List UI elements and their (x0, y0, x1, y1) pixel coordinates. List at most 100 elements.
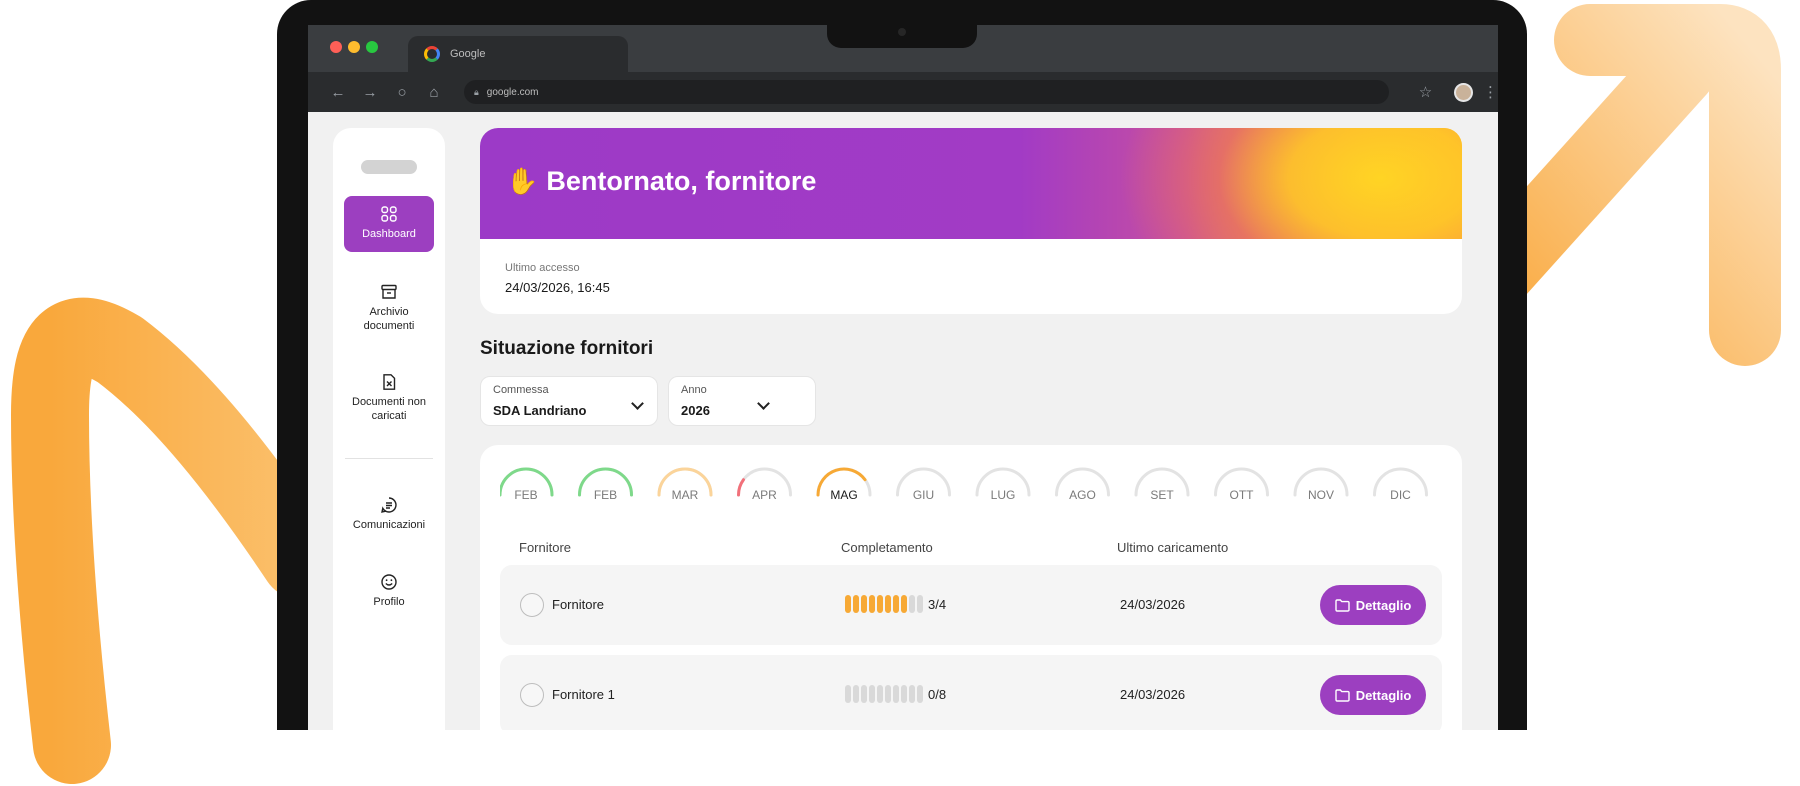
month-gauge-nov[interactable]: NOV (1293, 467, 1349, 502)
month-label: MAG (830, 488, 857, 502)
progress-segment (885, 595, 891, 613)
month-gauge-ott[interactable]: OTT (1214, 467, 1269, 502)
chevron-down-icon (631, 397, 644, 410)
sidebar: Dashboard Archivio documenti Documenti n… (333, 128, 445, 730)
progress-segment (861, 685, 867, 703)
sidebar-item-archivio-documenti[interactable]: Archivio documenti (344, 283, 434, 333)
progress-segment (869, 595, 875, 613)
column-header-fornitore: Fornitore (519, 540, 572, 555)
suppliers-panel: FEB FEB MAR APR MAG GIU LUG AGO SET OTT NOV DIC For… (480, 445, 1462, 730)
dettaglio-button[interactable]: Dettaglio (1320, 585, 1426, 625)
progress-segment (893, 595, 899, 613)
browser-tab[interactable]: Google (408, 36, 628, 72)
month-gauge-feb[interactable]: FEB (578, 467, 633, 502)
welcome-banner: ✋ Bentornato, fornitore (480, 128, 1462, 239)
dettaglio-label: Dettaglio (1355, 687, 1412, 703)
month-gauge-feb[interactable]: FEB (500, 467, 554, 502)
progress-segment (853, 595, 859, 613)
month-gauge-mag[interactable]: MAG (816, 467, 872, 502)
url-text: google.com (486, 86, 539, 98)
month-gauge-set[interactable]: SET (1134, 467, 1190, 502)
month-gauge-lug[interactable]: LUG (975, 467, 1031, 502)
sidebar-item-label: Documenti non caricati (352, 396, 426, 422)
monthly-gauges: FEB FEB MAR APR MAG GIU LUG AGO SET OTT NOV DIC (500, 467, 1428, 502)
home-icon[interactable]: ⌂ (418, 84, 450, 101)
progress-segment (877, 685, 883, 703)
month-label: MAR (672, 488, 699, 502)
month-label: FEB (594, 488, 617, 502)
lock-icon: 🔒︎ (474, 86, 479, 97)
progress-segment (845, 685, 851, 703)
progress-segment (901, 685, 907, 703)
commessa-label: Commessa (493, 384, 549, 396)
progress-segment (885, 685, 891, 703)
gauge-fill (737, 478, 745, 497)
sidebar-item-profilo[interactable]: Profilo (344, 573, 434, 609)
logo-placeholder (361, 160, 417, 174)
progress-segment (917, 595, 923, 613)
section-title: Situazione fornitori (480, 338, 654, 359)
back-arrow-icon[interactable]: ← (322, 84, 354, 101)
progress-segment (861, 595, 867, 613)
browser-menu-icon[interactable]: ⋮ (1483, 83, 1498, 101)
month-label: APR (752, 488, 777, 502)
sidebar-item-dashboard[interactable]: Dashboard (344, 196, 434, 252)
anno-label: Anno (681, 384, 707, 396)
progress-segment (917, 685, 923, 703)
file-x-icon (383, 374, 396, 390)
folder-icon (1334, 688, 1350, 702)
progress-segment (901, 595, 907, 613)
grid-icon (381, 206, 397, 222)
progress-segment (869, 685, 875, 703)
progress-segment (877, 595, 883, 613)
progress-segment (909, 595, 915, 613)
sidebar-item-label: Archivio documenti (363, 306, 415, 332)
sidebar-item-comunicazioni[interactable]: Comunicazioni (344, 496, 434, 532)
welcome-card: ✋ Bentornato, fornitore Ultimo accesso 2… (480, 128, 1462, 314)
month-label: OTT (1230, 488, 1255, 502)
progress-segments (845, 595, 923, 613)
smile-icon (381, 574, 397, 590)
month-label: DIC (1390, 488, 1411, 502)
close-window-dot[interactable] (330, 41, 342, 53)
chevron-down-icon (757, 397, 770, 410)
column-header-ultimo-caricamento: Ultimo caricamento (1117, 540, 1229, 555)
dettaglio-button[interactable]: Dettaglio (1320, 675, 1426, 715)
month-gauge-ago[interactable]: AGO (1055, 467, 1110, 502)
month-label: LUG (991, 488, 1016, 502)
forward-arrow-icon[interactable]: → (354, 84, 386, 101)
month-gauge-dic[interactable]: DIC (1373, 467, 1428, 502)
bookmark-star-icon[interactable]: ☆ (1419, 83, 1432, 101)
archive-box-icon (381, 284, 397, 299)
app-viewport: Dashboard Archivio documenti Documenti n… (308, 112, 1498, 730)
chat-lines-icon (381, 497, 397, 513)
table-row: Fornitore 1 0/8 24/03/2026 Dettaglio (500, 655, 1442, 730)
month-gauge-apr[interactable]: APR (737, 467, 792, 502)
reload-icon[interactable]: ○ (386, 84, 418, 101)
anno-select[interactable]: Anno 2026 (668, 376, 816, 426)
maximize-window-dot[interactable] (366, 41, 378, 53)
last-upload-date: 24/03/2026 (1120, 687, 1186, 702)
sidebar-item-label: Comunicazioni (352, 519, 426, 531)
minimize-window-dot[interactable] (348, 41, 360, 53)
commessa-select[interactable]: Commessa SDA Landriano (480, 376, 658, 426)
anno-value: 2026 (681, 403, 710, 418)
sidebar-item-documenti-non-caricati[interactable]: Documenti non caricati (344, 373, 434, 423)
month-label: AGO (1069, 488, 1096, 502)
profile-avatar[interactable] (1454, 82, 1473, 102)
month-gauge-giu[interactable]: GIU (896, 467, 951, 502)
month-gauge-mar[interactable]: MAR (657, 467, 713, 502)
progress-segment (893, 685, 899, 703)
month-label: FEB (514, 488, 537, 502)
welcome-title-text: Bentornato, fornitore (546, 166, 817, 196)
sidebar-item-label: Dashboard (362, 228, 416, 240)
sidebar-divider (345, 458, 433, 459)
last-access-label: Ultimo accesso (505, 262, 580, 274)
last-access-value: 24/03/2026, 16:45 (505, 280, 610, 295)
commessa-value: SDA Landriano (493, 403, 587, 418)
address-bar[interactable]: 🔒︎ google.com (464, 80, 1389, 104)
completion-fraction: 3/4 (928, 596, 947, 612)
supplier-name: Fornitore 1 (552, 687, 615, 702)
supplier-avatar (520, 683, 544, 707)
completion-progress: 0/8 (845, 685, 946, 703)
